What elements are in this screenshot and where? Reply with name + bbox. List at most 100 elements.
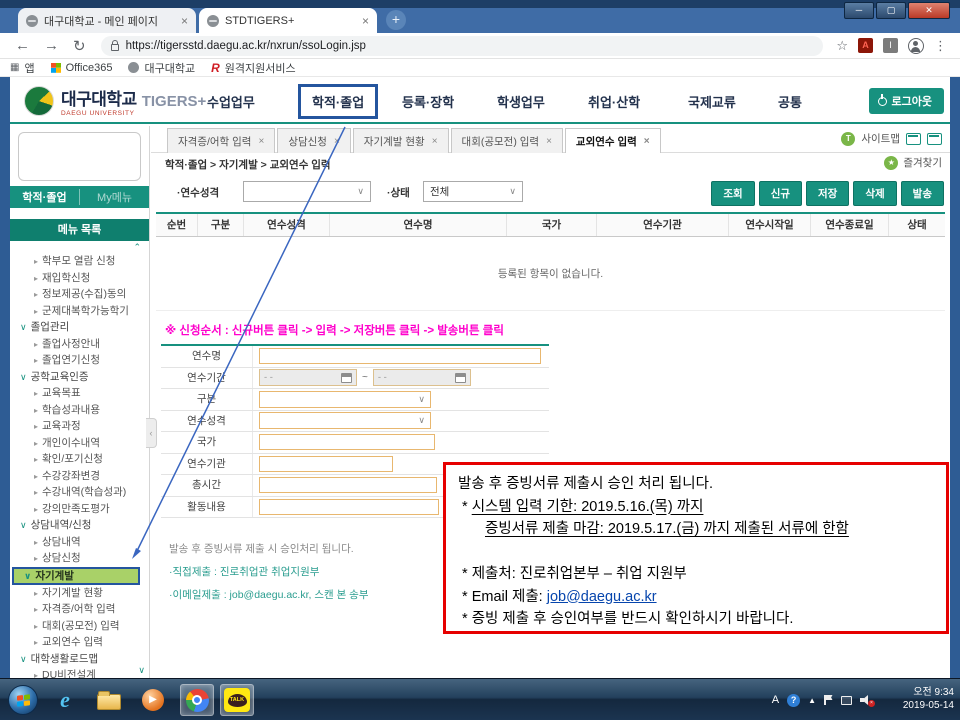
sidebar-item-course-change[interactable]: ▸수강강좌변경 xyxy=(10,468,149,485)
nav-international-exchange[interactable]: 국제교류 xyxy=(688,92,736,111)
nav-classes[interactable]: 수업업무 xyxy=(207,92,255,111)
sitemap-label[interactable]: 사이트맵 xyxy=(861,131,900,146)
close-icon[interactable]: × xyxy=(258,136,264,147)
close-icon[interactable]: × xyxy=(546,136,552,147)
pdf-extension-icon[interactable]: A xyxy=(858,38,873,53)
workspace-tab[interactable]: 자기계발 현황× xyxy=(353,128,449,153)
sidebar-group-graduation[interactable]: ∨졸업관리 xyxy=(10,319,149,336)
hidden-icons-arrow[interactable]: ▲ xyxy=(808,696,816,705)
sidebar-item-course-history[interactable]: ▸수강내역(학습성과) xyxy=(10,484,149,501)
window-open-icon[interactable] xyxy=(906,133,921,145)
media-player-taskbar-button[interactable]: ▶ xyxy=(136,684,170,716)
browser-tab[interactable]: 대구대학교 - 메인 페이지 × xyxy=(18,8,196,33)
sidebar-item-personal-record[interactable]: ▸개인이수내역 xyxy=(10,435,149,452)
nav-common[interactable]: 공통 xyxy=(778,92,802,111)
language-icon[interactable]: A xyxy=(772,694,779,706)
menu-collapse-icon[interactable]: ⌃ xyxy=(10,241,149,253)
action-flag-icon[interactable] xyxy=(824,695,833,705)
status-select[interactable]: 전체∨ xyxy=(423,181,523,202)
sidebar-group-engineering-cert[interactable]: ∨공학교육인증 xyxy=(10,369,149,386)
search-button[interactable]: 조회 xyxy=(711,181,754,206)
sidebar-item-contest-entry[interactable]: ▸대회(공모전) 입력 xyxy=(10,618,149,635)
country-input[interactable] xyxy=(259,434,435,450)
sidebar-collapse-handle[interactable]: ‹ xyxy=(146,418,157,448)
delete-button[interactable]: 삭제 xyxy=(853,181,896,206)
nav-academic-graduation[interactable]: 학적·졸업 xyxy=(298,84,378,119)
institution-input[interactable] xyxy=(259,456,393,472)
sidebar-item-counsel-history[interactable]: ▸상담내역 xyxy=(10,534,149,551)
sidebar-item-learning-outcome[interactable]: ▸학습성과내용 xyxy=(10,402,149,419)
help-icon[interactable]: ? xyxy=(787,694,800,707)
activity-input[interactable] xyxy=(259,499,439,515)
sidebar-group-counseling[interactable]: ∨상담내역/신청 xyxy=(10,517,149,534)
nav-employment-industry[interactable]: 취업·산학 xyxy=(588,92,640,111)
taskbar-clock[interactable]: 오전 9:34 2019-05-14 xyxy=(903,686,954,712)
sidebar-item-lecture-satisfaction[interactable]: ▸강의만족도평가 xyxy=(10,501,149,518)
minimize-button[interactable]: ─ xyxy=(844,2,874,19)
start-date-input[interactable]: - - xyxy=(259,369,357,386)
url-text[interactable]: https://tigersstd.daegu.ac.kr/nxrun/ssoL… xyxy=(126,40,366,52)
sidebar-item-edu-goal[interactable]: ▸교육목표 xyxy=(10,385,149,402)
browser-tab-active[interactable]: STDTIGERS+ × xyxy=(199,8,377,33)
start-button[interactable] xyxy=(8,685,38,715)
sidebar-group-campus-roadmap[interactable]: ∨대학생활로드맵 xyxy=(10,651,149,668)
maximize-button[interactable]: ▢ xyxy=(876,2,906,19)
sidebar-item-external-training[interactable]: ▸교외연수 입력 xyxy=(10,634,149,651)
category-select[interactable]: ∨ xyxy=(259,391,431,408)
close-icon[interactable]: × xyxy=(644,136,650,147)
calendar-icon[interactable] xyxy=(341,373,352,383)
sidebar-item-license-language[interactable]: ▸자격증/어학 입력 xyxy=(10,601,149,618)
address-bar[interactable]: https://tigersstd.daegu.ac.kr/nxrun/ssoL… xyxy=(101,36,824,56)
send-button[interactable]: 발송 xyxy=(901,181,944,206)
university-logo[interactable]: 대구대학교 DAEGU UNIVERSITY TIGERS+ xyxy=(24,85,206,117)
back-button[interactable]: ← xyxy=(15,37,30,54)
logout-button[interactable]: 로그아웃 xyxy=(869,88,944,114)
window-stack-icon[interactable] xyxy=(841,696,852,705)
end-date-input[interactable]: - - xyxy=(373,369,471,386)
sidebar-item-graduation-guide[interactable]: ▸졸업사정안내 xyxy=(10,336,149,353)
explorer-taskbar-button[interactable] xyxy=(92,684,126,716)
close-icon[interactable]: × xyxy=(362,14,369,28)
forward-button[interactable]: → xyxy=(44,37,59,54)
workspace-tab-active[interactable]: 교외연수 입력× xyxy=(565,128,661,153)
calendar-icon[interactable] xyxy=(455,373,466,383)
volume-muted-icon[interactable]: × xyxy=(860,695,872,705)
close-icon[interactable]: × xyxy=(181,14,188,28)
profile-icon[interactable] xyxy=(908,38,924,54)
sidebar-item-counsel-apply[interactable]: ▸상담신청 xyxy=(10,550,149,567)
email-link[interactable]: job@daegu.ac.kr xyxy=(547,589,657,605)
close-icon[interactable]: × xyxy=(334,136,340,147)
total-hours-input[interactable] xyxy=(259,477,437,493)
kakaotalk-taskbar-button[interactable]: TALK xyxy=(220,684,254,716)
close-icon[interactable]: × xyxy=(432,136,438,147)
sidebar-tab-academic[interactable]: 학적·졸업 xyxy=(10,189,80,205)
extension-icon[interactable]: I xyxy=(883,38,898,53)
workspace-tab[interactable]: 대회(공모전) 입력× xyxy=(451,128,563,153)
sidebar-group-self-development[interactable]: ∨자기계발 xyxy=(12,567,140,585)
sidebar-tab-mymenu[interactable]: My메뉴 xyxy=(80,189,149,205)
new-tab-button[interactable]: + xyxy=(386,10,406,30)
save-button[interactable]: 저장 xyxy=(806,181,849,206)
sidebar-item-readmission[interactable]: ▸재입학신청 xyxy=(10,270,149,287)
window-open-icon[interactable] xyxy=(927,133,942,145)
workspace-tab[interactable]: 자격증/어학 입력× xyxy=(167,128,275,153)
sidebar-item-confirm-giveup[interactable]: ▸확인/포기신청 xyxy=(10,451,149,468)
bookmark-office365[interactable]: Office365 xyxy=(51,62,113,74)
bookmark-remote-support[interactable]: R원격지원서비스 xyxy=(211,60,296,76)
nav-registration-scholarship[interactable]: 등록·장학 xyxy=(402,92,454,111)
chrome-taskbar-button[interactable] xyxy=(180,684,214,716)
bookmark-apps[interactable]: ▦앱 xyxy=(10,60,35,76)
refresh-button[interactable]: ↻ xyxy=(73,37,86,55)
training-name-input[interactable] xyxy=(259,348,541,364)
workspace-tab[interactable]: 상담신청× xyxy=(277,128,350,153)
sidebar-item-parent-view[interactable]: ▸학부모 열람 신청 xyxy=(10,253,149,270)
bookmark-daegu-univ[interactable]: 대구대학교 xyxy=(128,60,195,76)
favorites-area[interactable]: ★ 즐겨찾기 xyxy=(884,155,942,170)
menu-dots-icon[interactable]: ⋮ xyxy=(934,38,947,54)
sidebar-item-military-return[interactable]: ▸군제대복학가능학기 xyxy=(10,303,149,320)
training-type-select[interactable]: ∨ xyxy=(243,181,371,202)
sidebar-item-info-consent[interactable]: ▸정보제공(수집)동의 xyxy=(10,286,149,303)
sidebar-scroll-down-icon[interactable]: ∨ xyxy=(138,665,145,676)
close-button[interactable]: ✕ xyxy=(908,2,950,19)
training-type-form-select[interactable]: ∨ xyxy=(259,412,431,429)
